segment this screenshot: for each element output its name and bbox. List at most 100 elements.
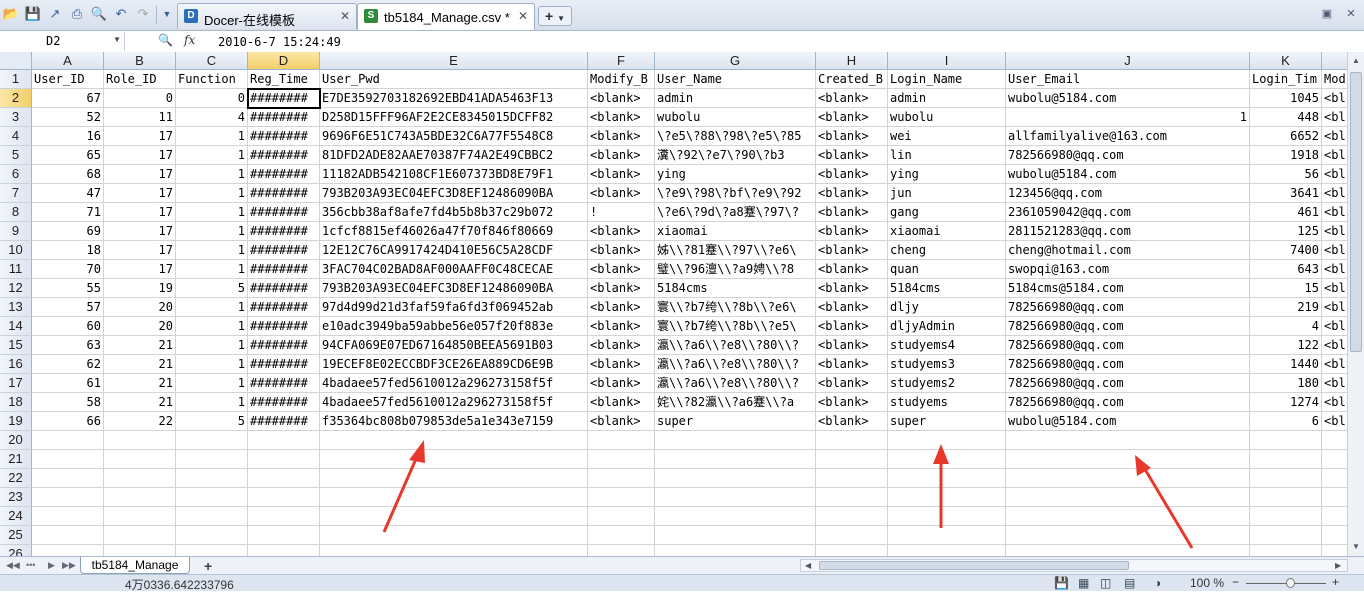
table-cell[interactable]: 66 [32,412,104,431]
table-cell[interactable]: <bl [1322,222,1347,241]
column-header-b[interactable]: B [104,52,176,70]
table-cell[interactable]: 16 [32,127,104,146]
table-cell[interactable] [32,450,104,469]
table-cell[interactable]: D258D15FFF96AF2E2CE8345015DCFF82 [320,108,588,127]
table-cell[interactable]: User_Email [1006,70,1250,89]
table-cell[interactable]: <blank> [588,260,655,279]
table-cell[interactable] [1006,545,1250,556]
table-cell[interactable]: f35364bc808b079853de5a1e343e7159 [320,412,588,431]
table-cell[interactable]: <bl [1322,203,1347,222]
row-header[interactable]: 18 [0,393,32,412]
table-cell[interactable]: 782566980@qq.com [1006,393,1250,412]
table-cell[interactable]: xiaomai [655,222,816,241]
row-header[interactable]: 11 [0,260,32,279]
table-cell[interactable]: Login_Tim [1250,70,1322,89]
table-cell[interactable]: <blank> [816,127,888,146]
table-cell[interactable] [816,431,888,450]
zoom-out-icon[interactable]: − [1232,575,1239,589]
table-cell[interactable] [320,545,588,556]
table-cell[interactable] [888,431,1006,450]
scroll-down-icon[interactable]: ▼ [1352,542,1360,551]
table-cell[interactable]: <blank> [816,89,888,108]
table-cell[interactable] [655,545,816,556]
table-cell[interactable]: 17 [104,146,176,165]
table-cell[interactable] [32,507,104,526]
table-cell[interactable] [1322,545,1347,556]
column-header-partial[interactable] [1322,52,1347,70]
table-cell[interactable] [320,450,588,469]
table-cell[interactable]: 1274 [1250,393,1322,412]
table-cell[interactable]: 55 [32,279,104,298]
table-cell[interactable] [32,488,104,507]
close-icon[interactable]: ✕ [518,9,528,23]
table-cell[interactable] [104,545,176,556]
table-cell[interactable]: <bl [1322,279,1347,298]
row-header[interactable]: 15 [0,336,32,355]
table-cell[interactable]: 17 [104,222,176,241]
table-cell[interactable]: 6 [1250,412,1322,431]
table-cell[interactable]: User_Pwd [320,70,588,89]
row-header[interactable]: 24 [0,507,32,526]
print-icon[interactable]: ⎙ [68,5,86,23]
vertical-scrollbar[interactable]: ▲ ▼ [1347,52,1364,556]
table-cell[interactable]: 3641 [1250,184,1322,203]
table-cell[interactable]: 4badaee57fed5610012a296273158f5f [320,374,588,393]
table-cell[interactable] [1006,488,1250,507]
table-cell[interactable]: 6652 [1250,127,1322,146]
table-cell[interactable] [1322,431,1347,450]
zoom-knob[interactable] [1286,578,1295,588]
vertical-scroll-thumb[interactable] [1350,72,1362,352]
table-cell[interactable]: 125 [1250,222,1322,241]
export-pdf-icon[interactable]: ↗ [46,5,64,23]
table-cell[interactable]: <bl [1322,127,1347,146]
table-cell[interactable]: 4badaee57fed5610012a296273158f5f [320,393,588,412]
table-cell[interactable]: ######## [248,317,320,336]
table-cell[interactable] [655,526,816,545]
table-cell[interactable] [176,526,248,545]
table-cell[interactable]: ######## [248,203,320,222]
table-cell[interactable] [1006,469,1250,488]
print-preview-icon[interactable]: 🔍 [90,5,108,23]
table-cell[interactable]: <blank> [588,108,655,127]
table-cell[interactable]: 1440 [1250,355,1322,374]
table-cell[interactable]: <blank> [816,165,888,184]
table-cell[interactable]: 21 [104,393,176,412]
table-cell[interactable]: <blank> [588,298,655,317]
table-cell[interactable] [320,488,588,507]
table-cell[interactable]: ######## [248,241,320,260]
table-cell[interactable]: dljyAdmin [888,317,1006,336]
table-cell[interactable]: 782566980@qq.com [1006,298,1250,317]
table-cell[interactable]: <bl [1322,184,1347,203]
table-cell[interactable]: gang [888,203,1006,222]
table-cell[interactable] [1250,431,1322,450]
table-cell[interactable]: 782566980@qq.com [1006,146,1250,165]
table-cell[interactable]: 20 [104,317,176,336]
column-header-e[interactable]: E [320,52,588,70]
table-cell[interactable]: 62 [32,355,104,374]
table-cell[interactable] [248,507,320,526]
row-header[interactable]: 12 [0,279,32,298]
chevron-down-icon[interactable]: ▼ [557,14,565,23]
formula-input[interactable] [212,32,1362,51]
table-cell[interactable]: 1 [176,127,248,146]
table-cell[interactable] [588,450,655,469]
table-cell[interactable]: wei [888,127,1006,146]
table-cell[interactable]: Login_Name [888,70,1006,89]
table-cell[interactable]: 60 [32,317,104,336]
table-cell[interactable]: ######## [248,222,320,241]
column-header-j[interactable]: J [1006,52,1250,70]
table-cell[interactable]: <blank> [816,374,888,393]
table-cell[interactable] [104,488,176,507]
row-header[interactable]: 1 [0,70,32,89]
table-cell[interactable]: 17 [104,203,176,222]
row-header[interactable]: 23 [0,488,32,507]
table-cell[interactable] [1250,507,1322,526]
table-cell[interactable] [104,431,176,450]
table-cell[interactable] [588,469,655,488]
table-cell[interactable] [1006,507,1250,526]
table-cell[interactable]: <blank> [588,165,655,184]
page-break-icon[interactable]: ▤ [1124,576,1135,590]
table-cell[interactable]: <bl [1322,108,1347,127]
table-cell[interactable]: lin [888,146,1006,165]
table-cell[interactable]: 782566980@qq.com [1006,317,1250,336]
